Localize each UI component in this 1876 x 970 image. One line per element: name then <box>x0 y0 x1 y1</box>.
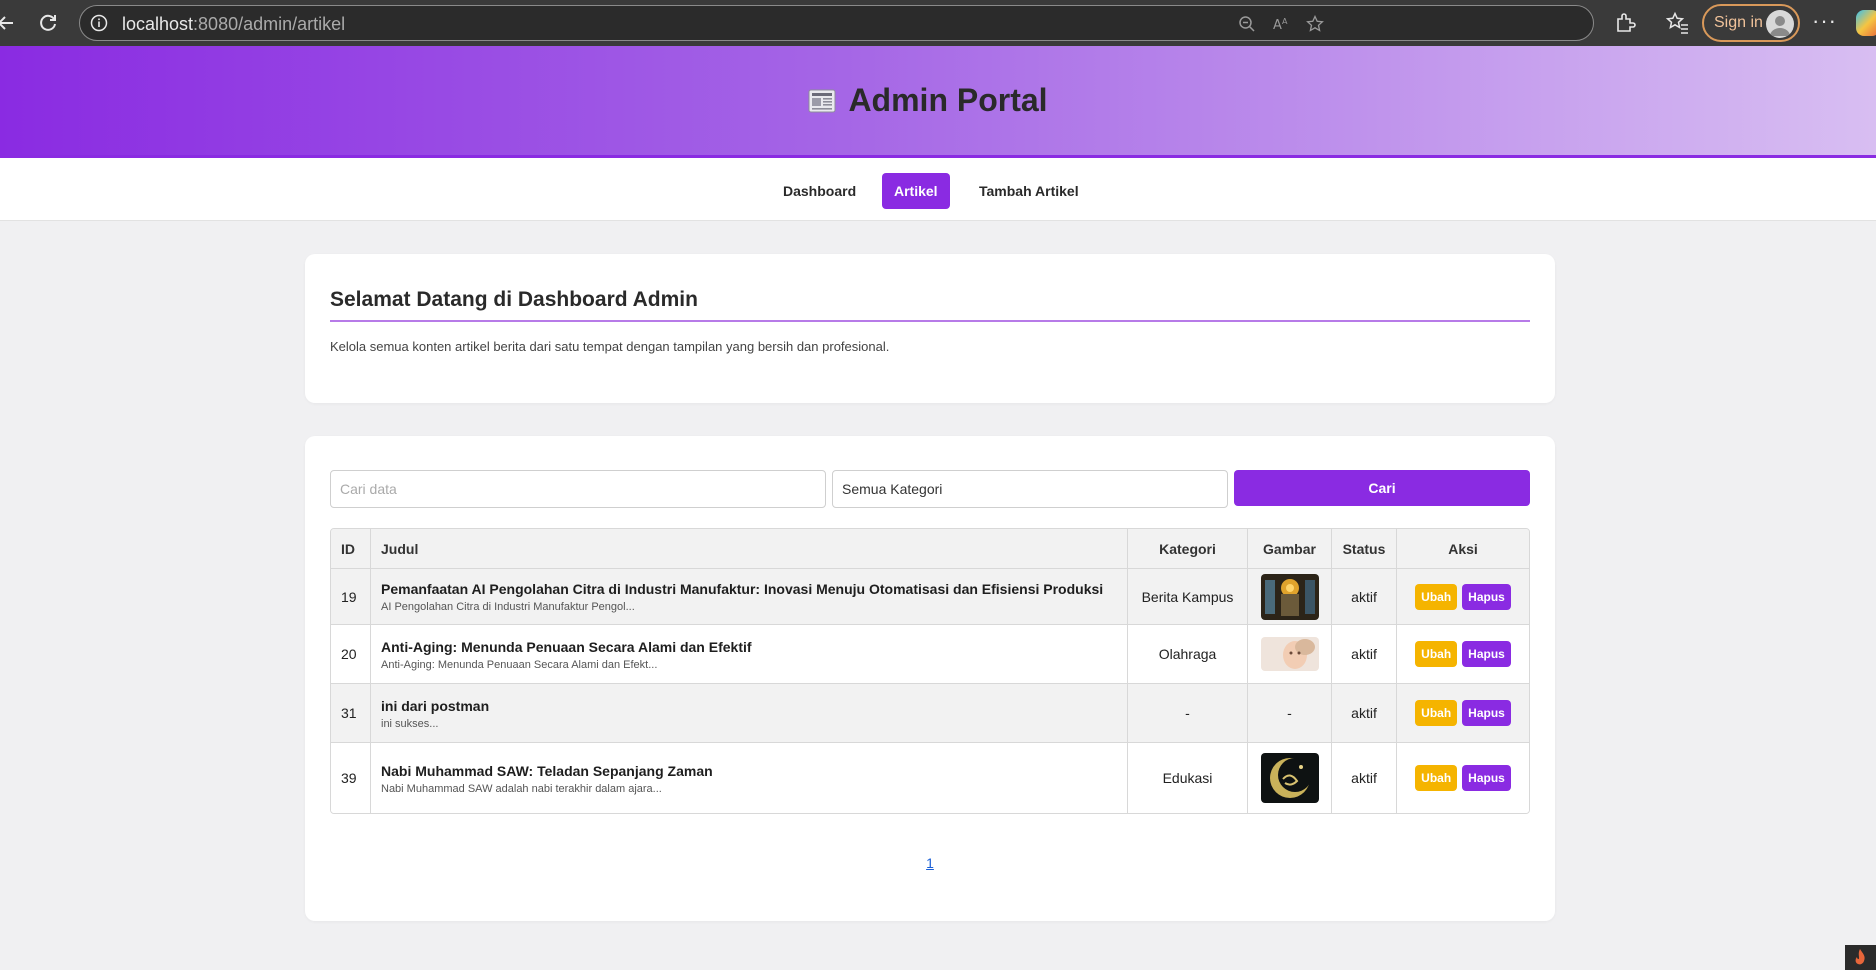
delete-button[interactable]: Hapus <box>1462 641 1511 667</box>
table-row: 39 Nabi Muhammad SAW: Teladan Sepanjang … <box>331 743 1529 813</box>
table-row: 20 Anti-Aging: Menunda Penuaan Secara Al… <box>331 625 1529 684</box>
svg-text:A: A <box>1282 17 1288 26</box>
row-status: aktif <box>1332 569 1397 624</box>
row-title: Pemanfaatan AI Pengolahan Citra di Indus… <box>381 581 1104 597</box>
header-title: Admin Portal <box>0 82 1876 119</box>
header-actions: Aksi <box>1448 540 1478 557</box>
table-header-row: ID Judul Kategori Gambar Status Aksi <box>331 529 1529 569</box>
row-actions: Ubah Hapus <box>1397 743 1529 813</box>
row-id: 31 <box>331 684 371 742</box>
header-image: Gambar <box>1248 529 1332 568</box>
row-category: Olahraga <box>1128 625 1248 683</box>
row-excerpt: Anti-Aging: Menunda Penuaan Secara Alami… <box>381 658 658 671</box>
no-image-text: - <box>1287 705 1292 721</box>
row-id: 19 <box>331 569 371 624</box>
edit-button[interactable]: Ubah <box>1415 700 1458 726</box>
article-thumbnail-robotics <box>1260 573 1319 620</box>
page-link-1[interactable]: 1 <box>926 855 934 871</box>
copilot-icon[interactable] <box>1856 10 1876 36</box>
newspaper-icon <box>808 89 836 112</box>
site-header: Admin Portal <box>0 46 1876 158</box>
page-title: Admin Portal <box>848 82 1048 118</box>
row-status: aktif <box>1332 743 1397 813</box>
welcome-card: Selamat Datang di Dashboard Admin Kelola… <box>305 254 1555 403</box>
profile-avatar-icon <box>1766 10 1794 38</box>
delete-button[interactable]: Hapus <box>1462 765 1511 791</box>
row-id: 39 <box>331 743 371 813</box>
row-actions: Ubah Hapus <box>1397 625 1529 683</box>
extensions-icon[interactable] <box>1613 11 1637 35</box>
welcome-title: Selamat Datang di Dashboard Admin <box>330 288 698 311</box>
debug-toolbar-icon[interactable] <box>1845 945 1876 970</box>
sign-in-label: Sign in <box>1714 14 1763 31</box>
row-image-cell <box>1248 743 1332 813</box>
site-info-icon[interactable] <box>90 14 108 32</box>
row-category: Berita Kampus <box>1128 569 1248 624</box>
row-status: aktif <box>1332 684 1397 742</box>
row-title: Nabi Muhammad SAW: Teladan Sepanjang Zam… <box>381 762 713 779</box>
search-input[interactable] <box>330 470 826 508</box>
svg-text:A: A <box>1273 18 1282 33</box>
read-aloud-icon[interactable]: AA <box>1272 15 1290 33</box>
header-category: Kategori <box>1128 529 1248 568</box>
article-table-card: Semua Kategori Cari ID Judul Kategori Ga… <box>305 436 1555 921</box>
row-title-cell: Anti-Aging: Menunda Penuaan Secara Alami… <box>371 625 1128 683</box>
url-text[interactable]: localhost:8080/admin/artikel <box>122 14 345 35</box>
row-image-cell <box>1248 625 1332 683</box>
row-excerpt: Nabi Muhammad SAW adalah nabi terakhir d… <box>381 782 662 795</box>
row-title: ini dari postman <box>381 697 490 714</box>
zoom-out-icon[interactable] <box>1238 15 1256 33</box>
row-title-cell: ini dari postman ini sukses... <box>371 684 1128 742</box>
welcome-description: Kelola semua konten artikel berita dari … <box>330 339 890 354</box>
row-actions: Ubah Hapus <box>1397 569 1529 624</box>
article-thumbnail-face <box>1260 637 1319 671</box>
main-nav: Dashboard Artikel Tambah Artikel <box>0 158 1876 221</box>
nav-dashboard[interactable]: Dashboard <box>771 173 868 209</box>
nav-tambah-artikel[interactable]: Tambah Artikel <box>967 173 1091 209</box>
edit-button[interactable]: Ubah <box>1415 583 1458 610</box>
row-category: - <box>1128 684 1248 742</box>
row-title-cell: Nabi Muhammad SAW: Teladan Sepanjang Zam… <box>371 743 1128 813</box>
row-title: Anti-Aging: Menunda Penuaan Secara Alami… <box>381 638 752 655</box>
header-status: Status <box>1332 529 1397 568</box>
row-image-cell: - <box>1248 684 1332 742</box>
browser-toolbar: localhost:8080/admin/artikel AA Sign in … <box>0 0 1876 46</box>
row-category: Edukasi <box>1128 743 1248 813</box>
url-path: :8080/admin/artikel <box>193 14 346 34</box>
row-id: 20 <box>331 625 371 683</box>
back-arrow-icon[interactable] <box>0 3 26 43</box>
edit-button[interactable]: Ubah <box>1415 641 1458 667</box>
header-id: ID <box>331 529 371 568</box>
row-excerpt: ini sukses... <box>381 717 439 730</box>
delete-button[interactable]: Hapus <box>1462 583 1511 610</box>
search-button[interactable]: Cari <box>1234 470 1530 506</box>
nav-artikel[interactable]: Artikel <box>882 173 950 209</box>
table-row: 31 ini dari postman ini sukses... - - ak… <box>331 684 1529 743</box>
sign-in-button[interactable]: Sign in <box>1702 4 1800 42</box>
header-title: Judul <box>371 529 1128 568</box>
pagination: 1 <box>305 855 1555 873</box>
reload-icon[interactable] <box>28 3 68 43</box>
url-host: localhost <box>122 14 194 34</box>
address-bar[interactable]: localhost:8080/admin/artikel AA <box>79 5 1594 41</box>
category-select[interactable]: Semua Kategori <box>832 470 1228 508</box>
row-excerpt: AI Pengolahan Citra di Industri Manufakt… <box>381 601 635 613</box>
row-status: aktif <box>1332 625 1397 683</box>
favorites-icon[interactable] <box>1665 11 1689 35</box>
more-options-icon[interactable]: ··· <box>1812 8 1837 34</box>
table-row: 19 Pemanfaatan AI Pengolahan Citra di In… <box>331 569 1529 625</box>
delete-button[interactable]: Hapus <box>1462 700 1511 726</box>
row-title-cell: Pemanfaatan AI Pengolahan Citra di Indus… <box>371 569 1128 624</box>
row-actions: Ubah Hapus <box>1397 684 1529 742</box>
article-table: ID Judul Kategori Gambar Status Aksi 19 … <box>330 528 1530 814</box>
edit-button[interactable]: Ubah <box>1415 765 1458 791</box>
welcome-divider <box>330 320 1530 322</box>
favorite-star-icon[interactable] <box>1306 15 1324 33</box>
article-thumbnail-crescent <box>1260 753 1319 803</box>
row-image-cell <box>1248 569 1332 624</box>
